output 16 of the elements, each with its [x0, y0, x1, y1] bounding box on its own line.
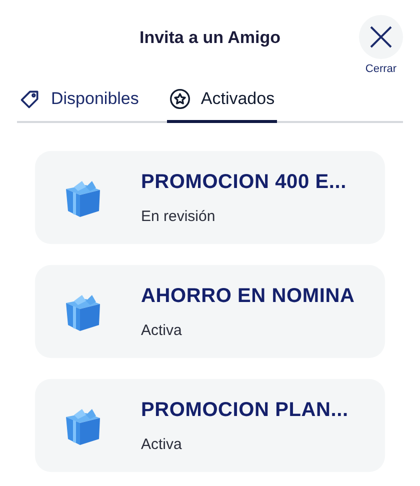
promotion-title: AHORRO EN NOMINA: [141, 284, 355, 308]
promotion-status: Activa: [141, 436, 183, 452]
promotion-status: En revisión: [141, 208, 216, 224]
promotion-card[interactable]: PROMOCION PLAN... Activa: [35, 379, 385, 472]
promotion-title: PROMOCION 400 E...: [141, 170, 346, 194]
promotion-status: Activa: [141, 322, 183, 338]
promotion-card[interactable]: AHORRO EN NOMINA Activa: [35, 265, 385, 358]
promotion-card[interactable]: PROMOCION 400 E... En revisión: [35, 151, 385, 244]
page-title: Invita a un Amigo: [139, 28, 281, 49]
close-icon: [370, 26, 392, 48]
close-label: Cerrar: [365, 63, 397, 75]
tag-icon: [19, 88, 41, 110]
tab[interactable]: Disponibles: [17, 82, 141, 123]
promotion-title: PROMOCION PLAN...: [141, 398, 348, 422]
close-button[interactable]: [359, 15, 403, 59]
tab[interactable]: Activados: [166, 82, 277, 123]
